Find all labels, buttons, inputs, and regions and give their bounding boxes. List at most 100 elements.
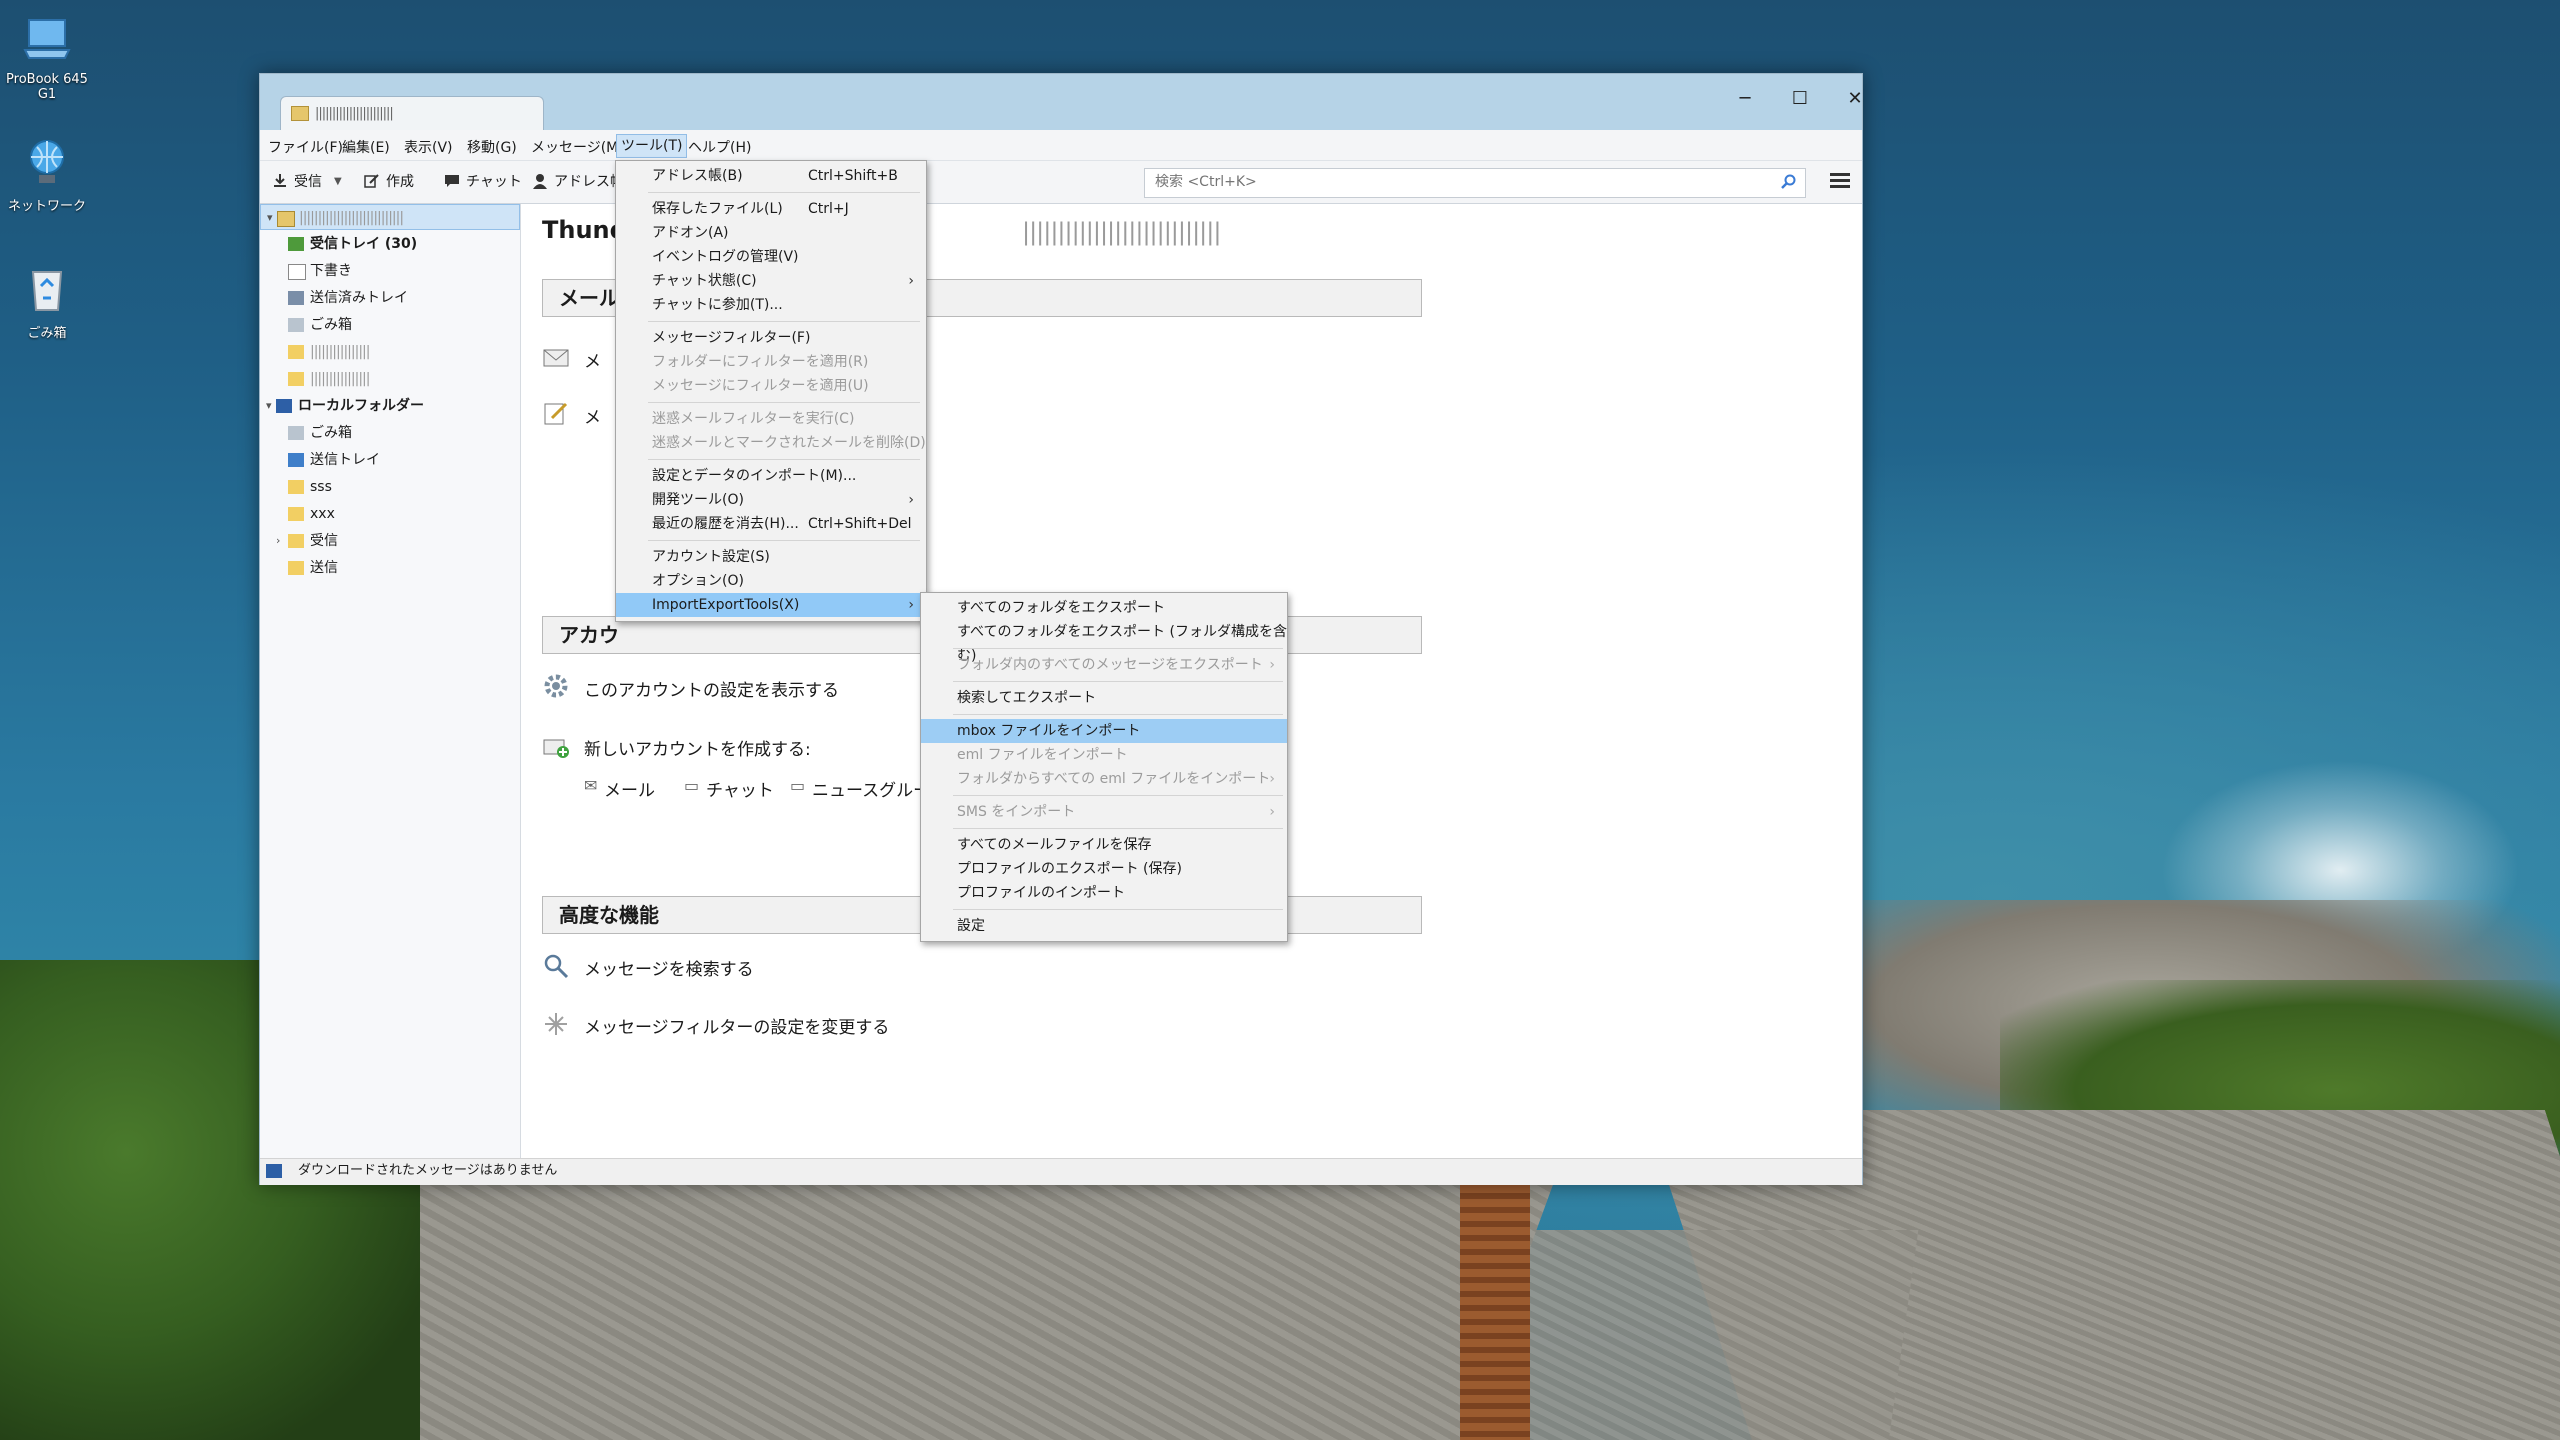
- menu-item-clear-history[interactable]: 最近の履歴を消去(H)... Ctrl+Shift+Del: [616, 512, 926, 536]
- collapse-icon[interactable]: ▾: [267, 205, 273, 231]
- menu-item-account-settings[interactable]: アカウント設定(S): [616, 545, 926, 569]
- chevron-down-icon[interactable]: ▼: [334, 176, 342, 187]
- address-book-button[interactable]: アドレス帳: [532, 171, 624, 191]
- folder-hidden-2[interactable]: ||||||||||||||||: [260, 366, 520, 392]
- receive-button[interactable]: 受信 ▼: [272, 171, 342, 191]
- menu-separator: [648, 192, 920, 193]
- search-icon[interactable]: [1781, 174, 1797, 190]
- folder-sent[interactable]: 送信済みトレイ: [260, 285, 520, 311]
- menu-item-options[interactable]: オプション(O): [616, 569, 926, 593]
- account-settings-link[interactable]: このアカウントの設定を表示する: [584, 676, 839, 701]
- tab-main[interactable]: |||||||||||||||||||||||: [280, 96, 544, 131]
- desktop-icon-probook[interactable]: ProBook 645 G1: [0, 12, 97, 102]
- submenu-arrow-icon: ›: [1269, 804, 1275, 820]
- search-messages-link[interactable]: メッセージを検索する: [584, 955, 754, 980]
- menu-item-developer-tools[interactable]: 開発ツール(O) ›: [616, 488, 926, 512]
- folder-drafts[interactable]: 下書き: [260, 258, 520, 284]
- menu-separator: [648, 402, 920, 403]
- folder-label: xxx: [310, 506, 335, 522]
- menu-item-message-filters[interactable]: メッセージフィルター(F): [616, 326, 926, 350]
- write-message-link[interactable]: メ: [584, 403, 601, 428]
- create-account-label: 新しいアカウントを作成する:: [584, 740, 811, 760]
- menu-item-importexporttools[interactable]: ImportExportTools(X) ›: [616, 593, 926, 617]
- chat-button[interactable]: チャット: [444, 171, 522, 191]
- menu-item-label: オプション(O): [652, 573, 744, 589]
- menu-item-label: 保存したファイル(L): [652, 201, 783, 217]
- menu-item-settings[interactable]: 設定: [921, 914, 1287, 938]
- folder-sss[interactable]: sss: [260, 474, 520, 500]
- tab-title: |||||||||||||||||||||||: [315, 106, 394, 121]
- folder-icon: [288, 372, 304, 386]
- desktop-icon-network[interactable]: ネットワーク: [0, 135, 97, 214]
- sent-icon: [288, 291, 304, 305]
- menu-item-addons[interactable]: アドオン(A): [616, 221, 926, 245]
- menu-item-export-all-folders[interactable]: すべてのフォルダをエクスポート: [921, 596, 1287, 620]
- menu-item-import-mbox[interactable]: mbox ファイルをインポート: [921, 719, 1287, 743]
- compose-button[interactable]: 作成: [364, 171, 414, 191]
- title-bar[interactable]: ||||||||||||||||||||||| ─ ☐ ✕: [260, 74, 1863, 131]
- menu-item-save-all-mail[interactable]: すべてのメールファイルを保存: [921, 833, 1287, 857]
- maximize-button[interactable]: ☐: [1775, 84, 1825, 114]
- menu-message[interactable]: メッセージ(M): [531, 137, 624, 157]
- search-box[interactable]: [1144, 168, 1806, 198]
- menu-item-search-export[interactable]: 検索してエクスポート: [921, 686, 1287, 710]
- envelope-icon: [543, 349, 569, 367]
- collapse-icon[interactable]: ▾: [266, 393, 272, 419]
- folder-outbox[interactable]: 送信トレイ: [260, 447, 520, 473]
- menu-tools[interactable]: ツール(T): [616, 134, 688, 158]
- search-input[interactable]: [1145, 169, 1755, 195]
- menu-item-label: フォルダ内のすべてのメッセージをエクスポート: [957, 657, 1263, 673]
- folder-inbox[interactable]: 受信トレイ (30): [260, 231, 520, 257]
- menu-item-label: mbox ファイルをインポート: [957, 723, 1141, 739]
- drafts-icon: [288, 264, 306, 280]
- new-newsgroup-account-link[interactable]: ニュースグルー: [812, 776, 930, 801]
- folder-icon: [288, 561, 304, 575]
- folder-local-trash[interactable]: ごみ箱: [260, 420, 520, 446]
- folder-juushin[interactable]: › 受信: [260, 528, 520, 554]
- folder-hidden-1[interactable]: ||||||||||||||||: [260, 339, 520, 365]
- trash-icon: [288, 426, 304, 440]
- menu-go[interactable]: 移動(G): [467, 137, 517, 157]
- menu-item-import-profile[interactable]: プロファイルのインポート: [921, 881, 1287, 905]
- menu-help[interactable]: ヘルプ(H): [688, 137, 751, 157]
- expand-icon[interactable]: ›: [276, 528, 280, 554]
- menu-item-import-sms: SMS をインポート ›: [921, 800, 1287, 824]
- submenu-arrow-icon: ›: [1269, 657, 1275, 673]
- filter-settings-link[interactable]: メッセージフィルターの設定を変更する: [584, 1013, 889, 1038]
- new-chat-account-link[interactable]: チャット: [706, 776, 774, 801]
- menu-separator: [953, 909, 1283, 910]
- close-button[interactable]: ✕: [1830, 84, 1880, 114]
- read-messages-link[interactable]: メ: [584, 347, 601, 372]
- menu-item-saved-files[interactable]: 保存したファイル(L) Ctrl+J: [616, 197, 926, 221]
- menu-item-label: 迷惑メールフィルターを実行(C): [652, 411, 855, 427]
- menu-item-export-profile[interactable]: プロファイルのエクスポート (保存): [921, 857, 1287, 881]
- menu-item-shortcut: Ctrl+Shift+B: [808, 168, 898, 184]
- desktop-icon-recycle-bin[interactable]: ごみ箱: [0, 262, 97, 341]
- menu-item-label: チャット状態(C): [652, 273, 757, 289]
- folder-xxx[interactable]: xxx: [260, 501, 520, 527]
- folder-trash[interactable]: ごみ箱: [260, 312, 520, 338]
- folder-account[interactable]: ▾ ||||||||||||||||||||||||||||: [260, 204, 520, 230]
- newsgroup-small-icon: ▭: [790, 776, 806, 795]
- menu-view[interactable]: 表示(V): [404, 137, 453, 157]
- menu-item-import[interactable]: 設定とデータのインポート(M)...: [616, 464, 926, 488]
- folder-tab-icon: [291, 106, 309, 121]
- new-mail-account-link[interactable]: メール: [604, 776, 655, 801]
- menu-item-export-all-folders-structure[interactable]: すべてのフォルダをエクスポート (フォルダ構成を含む): [921, 620, 1287, 664]
- menu-item-event-log[interactable]: イベントログの管理(V): [616, 245, 926, 269]
- menu-item-chat-status[interactable]: チャット状態(C) ›: [616, 269, 926, 293]
- menu-item-address-book[interactable]: アドレス帳(B) Ctrl+Shift+B: [616, 164, 926, 188]
- minimize-button[interactable]: ─: [1720, 84, 1770, 114]
- folder-soushin[interactable]: 送信: [260, 555, 520, 581]
- menu-item-join-chat[interactable]: チャットに参加(T)...: [616, 293, 926, 317]
- menu-item-label: すべてのメールファイルを保存: [957, 837, 1152, 853]
- menu-file[interactable]: ファイル(F): [268, 137, 343, 157]
- folder-label: ||||||||||||||||||||||||||||: [299, 210, 404, 226]
- menu-edit[interactable]: 編集(E): [342, 137, 390, 157]
- menu-item-apply-filters-folder: フォルダーにフィルターを適用(R): [616, 350, 926, 374]
- menu-item-export-folder-messages: フォルダ内のすべてのメッセージをエクスポート ›: [921, 653, 1287, 677]
- app-menu-button[interactable]: [1830, 173, 1850, 189]
- folder-local[interactable]: ▾ ローカルフォルダー: [260, 393, 520, 419]
- folder-label: sss: [310, 479, 332, 495]
- menu-separator: [953, 681, 1283, 682]
